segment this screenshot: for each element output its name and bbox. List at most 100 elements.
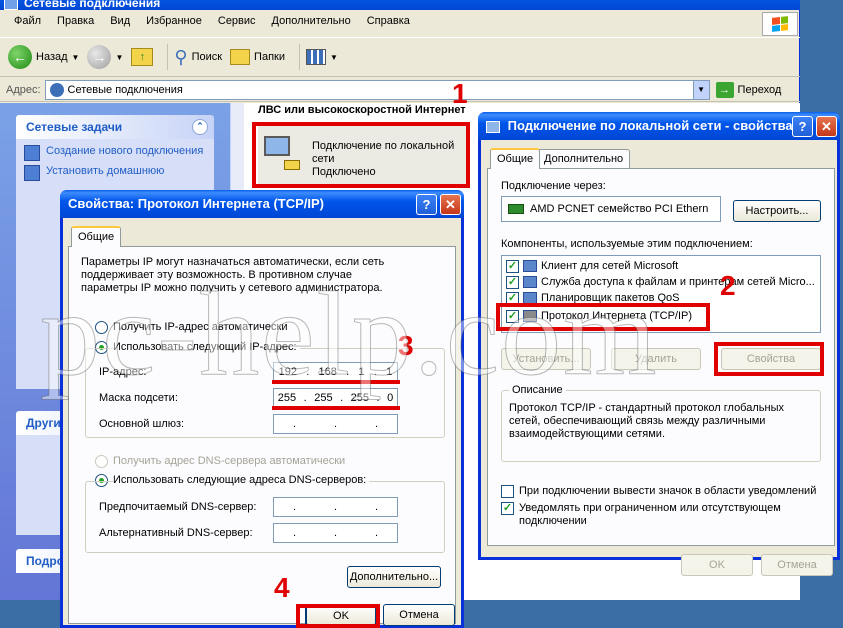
- remove-button[interactable]: Удалить: [611, 348, 701, 370]
- chevron-down-icon[interactable]: ▼: [72, 53, 80, 62]
- service-icon: [523, 276, 537, 288]
- menu-view[interactable]: Вид: [102, 15, 138, 27]
- menu-help[interactable]: Справка: [359, 15, 418, 27]
- address-bar: Адрес: Сетевые подключения ▼ → Переход: [0, 78, 800, 102]
- task-create-connection[interactable]: Создание нового подключения: [24, 145, 206, 161]
- views-button[interactable]: ▼: [305, 49, 338, 65]
- tab-general[interactable]: Общие: [490, 148, 541, 169]
- description-text: Протокол TCP/IP - стандартный протокол г…: [509, 402, 784, 440]
- forward-button[interactable]: → ▼: [87, 45, 123, 69]
- install-button[interactable]: Установить...: [501, 348, 591, 370]
- home-network-icon: [24, 165, 40, 181]
- ok-button[interactable]: OK: [681, 554, 753, 576]
- chevron-down-icon[interactable]: ▼: [692, 80, 709, 99]
- auto-dns-radio[interactable]: [95, 455, 108, 468]
- dialog-title-bar[interactable]: Подключение по локальной сети - свойства: [478, 112, 840, 140]
- auto-ip-radio[interactable]: [95, 321, 108, 334]
- dot: .: [333, 501, 338, 513]
- address-field[interactable]: Сетевые подключения ▼: [44, 79, 710, 100]
- help-button[interactable]: ?: [416, 194, 437, 215]
- up-button[interactable]: ↑: [131, 48, 154, 66]
- component-label: Служба доступа к файлам и принтерам сете…: [541, 276, 815, 288]
- connection-properties-dialog: Подключение по локальной сети - свойства…: [478, 112, 840, 576]
- close-button[interactable]: ✕: [440, 194, 461, 215]
- notify-label: Уведомлять при ограниченном или отсутств…: [519, 502, 781, 527]
- explorer-title-bar[interactable]: Сетевые подключения: [0, 0, 800, 10]
- dot: .: [292, 527, 297, 539]
- folders-button[interactable]: Папки: [230, 49, 285, 65]
- intro-text: Параметры IP могут назначаться автоматич…: [81, 256, 385, 294]
- go-button[interactable]: Переход: [738, 84, 782, 96]
- menu-tools[interactable]: Сервис: [210, 15, 264, 27]
- dot: .: [292, 418, 297, 430]
- network-tasks-header[interactable]: Сетевые задачи ⌃: [16, 115, 214, 139]
- dot: .: [333, 527, 338, 539]
- menu-file[interactable]: Файл: [6, 15, 49, 27]
- mask-octet: 255: [314, 392, 333, 404]
- adapter-name: AMD PCNET семейство PCI Ethern: [530, 203, 709, 215]
- collapse-chevron-icon[interactable]: ⌃: [192, 119, 208, 135]
- dot: .: [292, 501, 297, 513]
- advanced-button[interactable]: Дополнительно...: [347, 566, 441, 588]
- component-checkbox[interactable]: ✓: [506, 259, 519, 273]
- address-value: Сетевые подключения: [67, 83, 183, 96]
- toolbar: ← Назад ▼ → ▼ ↑ ⚲ Поиск Папки ▼: [0, 37, 800, 77]
- close-button[interactable]: ✕: [816, 116, 837, 137]
- dialog-title: Подключение по локальной сети - свойства: [507, 118, 793, 133]
- show-icon-checkbox[interactable]: [501, 485, 514, 498]
- tab-advanced[interactable]: Дополнительно: [537, 149, 631, 169]
- toolbar-separator: [298, 44, 300, 70]
- menu-edit[interactable]: Правка: [49, 15, 102, 27]
- dialog-body: Общие Параметры IP могут назначаться авт…: [63, 218, 461, 626]
- component-label: Клиент для сетей Microsoft: [541, 260, 679, 272]
- details-title: Подро: [26, 554, 65, 568]
- subnet-mask-label: Маска подсети:: [99, 392, 178, 404]
- search-button[interactable]: ⚲ Поиск: [174, 47, 222, 68]
- task-home-network[interactable]: Установить домашнюю: [24, 165, 206, 181]
- lan-group-title: ЛВС или высокоскоростной Интернет: [258, 104, 466, 116]
- back-button[interactable]: ← Назад ▼: [8, 45, 79, 69]
- alternate-dns-field[interactable]: ...: [273, 523, 398, 543]
- annotation-box-properties: [714, 342, 824, 376]
- auto-ip-label: Получить IP-адрес автоматически: [113, 321, 288, 333]
- tab-general[interactable]: Общие: [71, 226, 122, 247]
- go-arrow-icon[interactable]: →: [715, 81, 734, 98]
- dot: .: [346, 366, 350, 378]
- preferred-dns-field[interactable]: ...: [273, 497, 398, 517]
- toolbar-separator: [167, 44, 169, 70]
- menu-favorites[interactable]: Избранное: [138, 15, 210, 27]
- dot: .: [373, 366, 377, 378]
- explorer-title: Сетевые подключения: [24, 0, 161, 10]
- list-item[interactable]: ✓ Служба доступа к файлам и принтерам се…: [506, 274, 815, 290]
- components-label: Компоненты, используемые этим подключени…: [501, 238, 753, 250]
- annotation-number-2: 2: [720, 270, 736, 301]
- help-button[interactable]: ?: [792, 116, 813, 137]
- gateway-field[interactable]: ...: [273, 414, 398, 434]
- dot: .: [333, 418, 338, 430]
- annotation-number-1: 1: [452, 78, 468, 109]
- annotation-box-ok: [296, 604, 380, 628]
- cancel-button[interactable]: Отмена: [761, 554, 833, 576]
- manual-dns-label: Использовать следующие адреса DNS-сервер…: [113, 474, 370, 487]
- chevron-down-icon[interactable]: ▼: [115, 53, 123, 62]
- ip-address-field[interactable]: 192. 168. 1. 1: [273, 362, 398, 382]
- windows-logo-icon: [762, 12, 798, 36]
- dot: .: [374, 501, 379, 513]
- views-icon: [305, 49, 326, 65]
- menu-advanced[interactable]: Дополнительно: [264, 15, 359, 27]
- subnet-mask-field[interactable]: 255. 255. 255. 0: [273, 388, 398, 408]
- mask-octet: 0: [387, 392, 394, 404]
- back-arrow-icon: ←: [8, 45, 32, 69]
- annotation-box-connection: [252, 122, 470, 188]
- mask-octet: 255: [277, 392, 297, 404]
- list-item[interactable]: ✓ Клиент для сетей Microsoft: [506, 258, 678, 274]
- component-checkbox[interactable]: ✓: [506, 275, 519, 289]
- notify-checkbox[interactable]: ✓: [501, 502, 514, 515]
- dialog-title-bar[interactable]: Свойства: Протокол Интернета (TCP/IP): [60, 190, 464, 218]
- annotation-number-4: 4: [274, 572, 290, 603]
- ip-address-label: IP-адрес:: [99, 366, 147, 378]
- configure-button[interactable]: Настроить...: [733, 200, 821, 222]
- cancel-button[interactable]: Отмена: [383, 604, 455, 626]
- search-label: Поиск: [191, 51, 223, 63]
- mask-octet: 255: [350, 392, 370, 404]
